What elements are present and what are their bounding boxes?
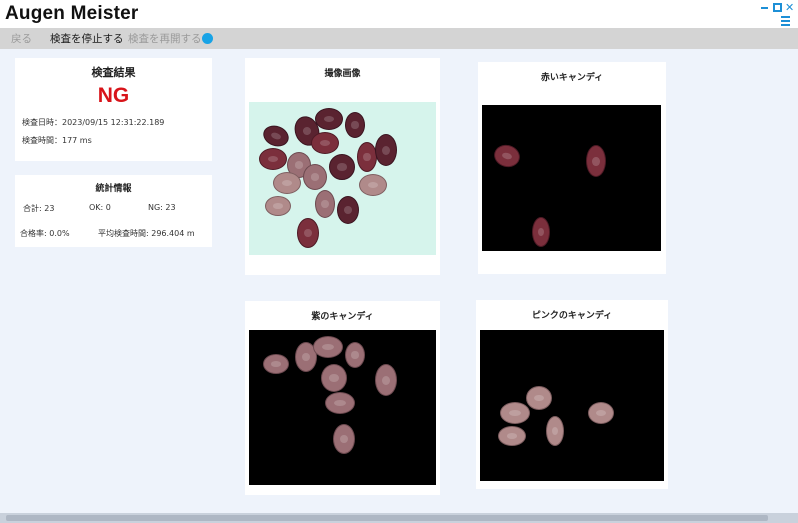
result-title: 検査結果 [91,66,136,79]
candy [357,142,377,172]
candy [315,190,335,218]
candy [491,142,523,170]
stats-avg-time: 平均検査時間: 296.404 m [98,229,195,238]
candy [359,174,387,196]
stats-pass-rate: 合格率: 0.0% [20,229,70,238]
pink-candy-panel: ピンクのキャンディ [476,300,668,489]
candy [325,392,355,414]
candy [345,112,365,138]
candy [337,196,359,224]
title-bar: Augen Meister ✕ [0,0,798,28]
statistics-panel: 統計情報 合計: 23 OK: 0 NG: 23 合格率: 0.0% 平均検査時… [15,175,212,247]
candy [273,172,301,194]
inspection-duration: 検査時間：177 ms [22,136,92,145]
candy [311,132,339,154]
pink-candy-title: ピンクのキャンディ [531,311,613,321]
candy [375,134,397,166]
stop-inspection-button[interactable]: 検査を停止する [50,31,124,46]
red-candy-image [482,105,661,251]
purple-candy-title: 紫のキャンディ [311,312,374,322]
stats-total: 合計: 23 [23,204,55,213]
maximize-icon[interactable] [773,3,782,12]
inspection-datetime: 検査日時：2023/09/15 12:31:22.189 [22,118,165,127]
purple-candy-panel: 紫のキャンディ [245,301,440,495]
status-indicator-icon [202,33,213,44]
toolbar: 戻る 検査を停止する 検査を再開する [0,28,798,49]
scrollbar-thumb[interactable] [6,515,768,521]
inspection-result-panel: 検査結果 NG 検査日時：2023/09/15 12:31:22.189 検査時… [15,58,212,161]
candy [265,196,291,216]
candy [303,164,327,190]
candy [329,154,355,180]
candy [498,426,526,446]
stats-ok: OK: 0 [89,203,111,212]
captured-image [249,102,436,255]
candy [315,108,343,130]
candy [375,364,397,396]
result-value: NG [97,84,130,107]
candy [546,416,564,446]
candy [586,145,606,177]
candy [333,424,355,454]
candy [263,354,289,374]
stats-ng: NG: 23 [148,203,176,212]
candy [260,122,292,150]
red-candy-panel: 赤いキャンディ [478,62,666,274]
candy [313,336,343,358]
stats-title: 統計情報 [95,184,132,194]
horizontal-scrollbar[interactable] [0,513,798,523]
resume-inspection-button[interactable]: 検査を再開する [128,31,202,46]
candy [297,218,319,248]
captured-image-title: 撮像画像 [324,69,361,79]
menu-icon[interactable] [781,16,790,26]
candy [321,364,347,392]
minimize-icon[interactable] [760,3,769,12]
candy [588,402,614,424]
candy [500,402,530,424]
candy [526,386,552,410]
candy [345,342,365,368]
red-candy-title: 赤いキャンディ [540,73,604,83]
app-title: Augen Meister [5,3,139,24]
candy [532,217,550,247]
close-icon[interactable]: ✕ [785,2,794,13]
back-button[interactable]: 戻る [11,31,32,46]
pink-candy-image [480,330,664,481]
candy [259,148,287,170]
captured-image-panel: 撮像画像 [245,58,440,275]
purple-candy-image [249,330,436,485]
